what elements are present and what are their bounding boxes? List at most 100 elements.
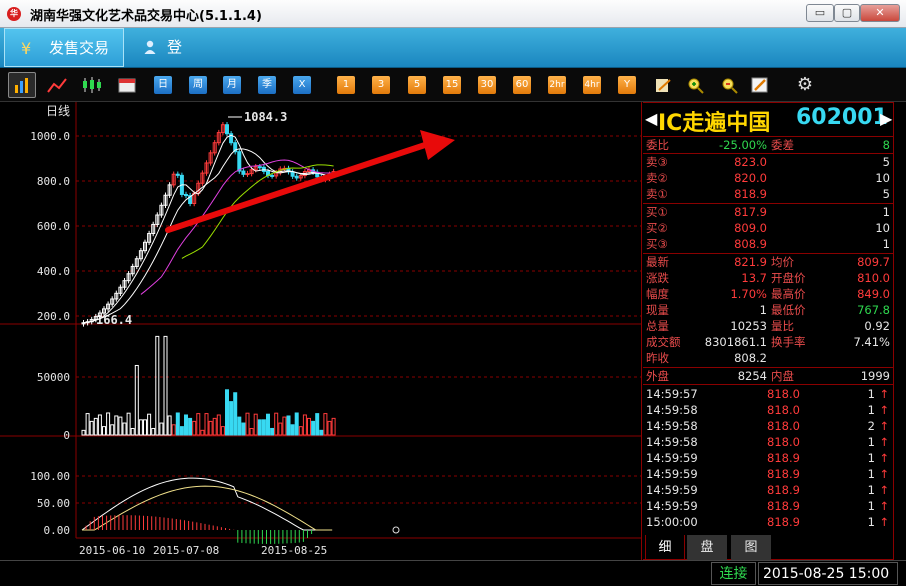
minute-tool-4[interactable]: 30 xyxy=(478,76,496,94)
volume-bar xyxy=(81,429,86,436)
volume-bar xyxy=(167,415,172,436)
edit-tool[interactable] xyxy=(653,76,673,94)
minute-tool-8[interactable]: Y xyxy=(618,76,636,94)
panel-tab-0[interactable]: 细 xyxy=(645,535,685,560)
bar-chart-icon xyxy=(15,78,28,93)
minute-tool-7[interactable]: 4hr xyxy=(583,76,601,94)
candle-tool[interactable] xyxy=(80,76,104,94)
panel-tab-2[interactable]: 图 xyxy=(731,535,771,560)
minute-tool-1[interactable]: 3 xyxy=(372,76,390,94)
tick-row: 14:59:58 818.0 2 ↑ xyxy=(643,418,893,434)
settings-tool[interactable]: ⚙ xyxy=(795,76,815,94)
ask-label: 卖① xyxy=(646,187,668,201)
zoom-in-tool[interactable] xyxy=(686,76,706,94)
tick-time: 14:59:57 xyxy=(646,387,698,401)
volume-bar xyxy=(200,429,205,436)
calendar-icon xyxy=(118,78,136,93)
volume-bar xyxy=(118,416,123,436)
period-tool-2[interactable]: 月 xyxy=(223,76,241,94)
grid-lines xyxy=(76,135,642,504)
stat-label-2: 均价 xyxy=(771,255,794,269)
ask-row[interactable]: 卖③ 823.0 5 xyxy=(643,154,893,170)
maximize-button[interactable]: ▢ xyxy=(834,4,860,22)
stat-value: 1.70% xyxy=(730,287,767,301)
tick-qty: 1 xyxy=(867,403,875,417)
ask-row[interactable]: 卖① 818.9 5 xyxy=(643,186,893,202)
candle-body xyxy=(241,170,246,175)
period-tool-0[interactable]: 日 xyxy=(154,76,172,94)
panel-tab-1[interactable]: 盘 xyxy=(687,535,727,560)
prev-stock-arrow[interactable]: ◀ xyxy=(645,109,657,128)
volume-bar xyxy=(241,422,246,436)
volume-bar xyxy=(220,426,225,436)
price-tick-label: 400.0 xyxy=(37,265,70,278)
minute-tool-6[interactable]: 2hr xyxy=(548,76,566,94)
stat-label-2: 开盘价 xyxy=(771,271,806,285)
chart-area[interactable]: 1000.0 800.0 600.0 400.0 200.0 日线 50000 0 100.00… xyxy=(0,102,642,560)
period-tool-3[interactable]: 季 xyxy=(258,76,276,94)
high-label: 1084.3 xyxy=(244,110,287,124)
outer-inner-row: 外盘 8254 内盘 1999 xyxy=(643,368,893,384)
bid-row[interactable]: 买③ 808.9 1 xyxy=(643,236,893,252)
minute-tool-2[interactable]: 5 xyxy=(408,76,426,94)
ask-price: 820.0 xyxy=(734,171,767,185)
volume-bar xyxy=(97,414,102,436)
volume-bar xyxy=(245,412,250,436)
volume-bar xyxy=(134,364,139,436)
draw-tool[interactable] xyxy=(750,76,770,94)
panel-tabs: 细盘图 xyxy=(643,535,894,560)
tick-qty: 1 xyxy=(867,435,875,449)
kline-chart-tool[interactable] xyxy=(8,72,36,98)
kline-chart[interactable]: 1000.0 800.0 600.0 400.0 200.0 日线 50000 0 100.00… xyxy=(0,102,642,560)
tick-up-arrow-icon: ↑ xyxy=(879,499,889,513)
user-icon xyxy=(144,40,156,54)
minimize-button[interactable]: ▭ xyxy=(806,4,834,22)
minute-tool-0[interactable]: 1 xyxy=(337,76,355,94)
stat-value: 8301861.1 xyxy=(704,335,767,349)
bid-label: 买③ xyxy=(646,237,668,251)
calendar-tool[interactable] xyxy=(117,76,137,94)
volume-bar xyxy=(85,413,90,436)
stat-row: 成交额 8301861.1 换手率 7.41% xyxy=(643,334,893,350)
tick-row: 14:59:57 818.0 1 ↑ xyxy=(643,386,893,402)
tab-sell-trade[interactable]: ¥ 发售交易 xyxy=(4,28,124,67)
volume-bar xyxy=(138,419,143,436)
stat-label: 最新 xyxy=(646,255,669,269)
volume-bar xyxy=(102,426,106,436)
login-button[interactable]: 登 录 xyxy=(140,28,230,95)
weicha-value: 8 xyxy=(882,138,890,152)
bid-row[interactable]: 买② 809.0 10 xyxy=(643,220,893,236)
inner-label: 内盘 xyxy=(771,369,794,383)
volume-bar xyxy=(151,427,156,436)
tick-time: 14:59:58 xyxy=(646,435,698,449)
close-button[interactable]: ✕ xyxy=(860,4,900,22)
bid-row[interactable]: 买① 817.9 1 xyxy=(643,204,893,220)
tick-up-arrow-icon: ↑ xyxy=(879,467,889,481)
minute-tool-3[interactable]: 15 xyxy=(443,76,461,94)
period-tool-1[interactable]: 周 xyxy=(189,76,207,94)
moving-average-lines xyxy=(83,134,334,324)
volume-bar xyxy=(311,420,316,436)
zoom-out-tool[interactable] xyxy=(720,76,740,94)
ask-row[interactable]: 卖② 820.0 10 xyxy=(643,170,893,186)
tick-row: 14:59:59 818.9 1 ↑ xyxy=(643,466,893,482)
top-nav: ¥ 发售交易 登 录 xyxy=(0,28,906,95)
next-stock-arrow[interactable]: ▶ xyxy=(880,109,892,128)
stat-row: 昨收 808.2 xyxy=(643,350,893,366)
volume-bar xyxy=(175,412,180,436)
volume-bar xyxy=(302,414,307,436)
volume-tick-label: 0 xyxy=(63,429,70,442)
price-tick-label: 800.0 xyxy=(37,175,70,188)
candle-series xyxy=(81,122,336,327)
stat-value: 10253 xyxy=(730,319,767,333)
volume-bar xyxy=(327,420,332,436)
tick-time: 14:59:59 xyxy=(646,499,698,513)
macd-series xyxy=(81,477,333,544)
period-tool-4[interactable]: X xyxy=(293,76,311,94)
tick-price: 818.9 xyxy=(767,515,800,529)
volume-bar xyxy=(315,413,320,436)
minute-tool-5[interactable]: 60 xyxy=(513,76,531,94)
weicha-label: 委差 xyxy=(771,138,794,152)
line-chart-tool[interactable] xyxy=(46,76,68,94)
stat-value: 821.9 xyxy=(734,255,767,269)
